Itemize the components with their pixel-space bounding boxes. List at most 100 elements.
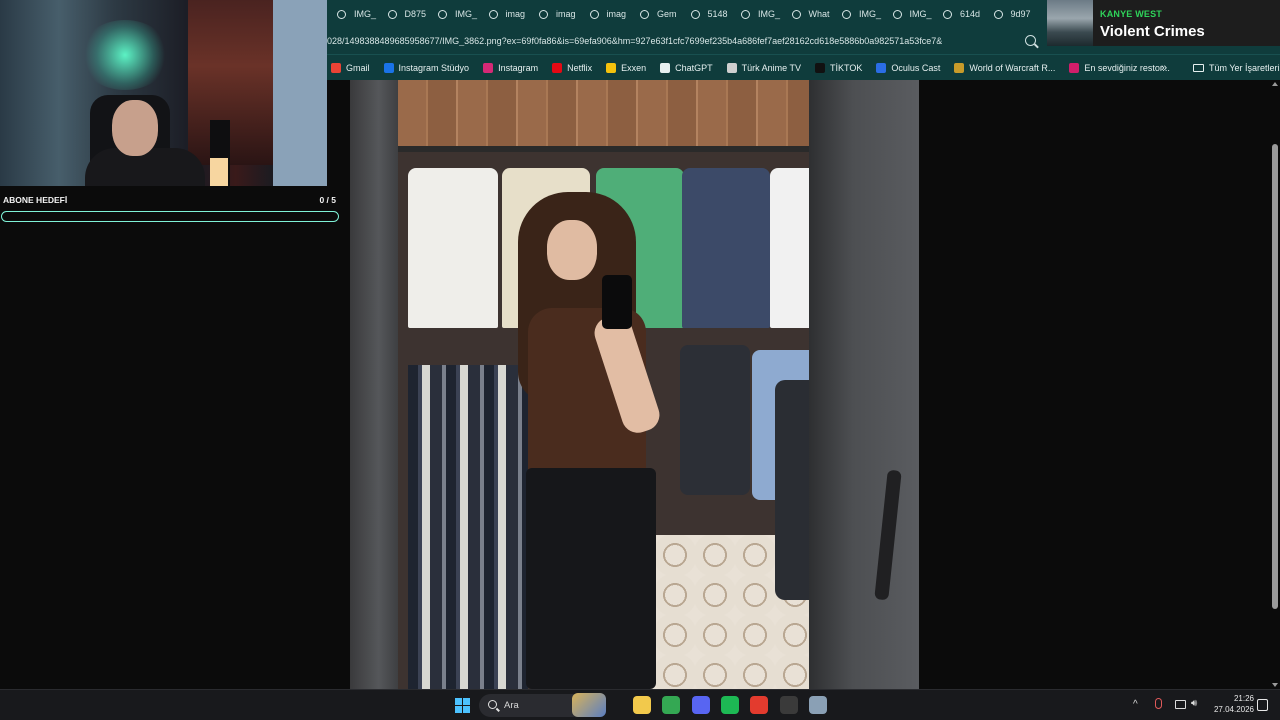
clock-time: 21:26 (1233, 694, 1254, 703)
browser-tab[interactable]: imag (580, 0, 631, 28)
clothing-rail (398, 146, 809, 152)
tab-favicon-icon (640, 9, 649, 19)
browser-tab[interactable]: IMG_ (883, 0, 934, 28)
browser-tab[interactable]: 9d97 (984, 0, 1035, 28)
tab-favicon-icon (791, 9, 801, 19)
goal-label: ABONE HEDEFİ (3, 195, 68, 205)
streaming-app-icon[interactable] (750, 696, 768, 714)
bookmark-item[interactable]: ChatGPT (660, 62, 713, 73)
tab-label: imag (606, 9, 627, 19)
bookmark-label: Gmail (346, 62, 370, 73)
tab-label: Gem (657, 9, 677, 19)
tab-label: IMG_ (455, 9, 478, 19)
tab-favicon-icon (993, 9, 1003, 19)
scroll-down-arrow-icon[interactable] (1272, 683, 1278, 687)
system-clock[interactable]: 21:26 27.04.2026 (1206, 693, 1254, 715)
url-text[interactable]: 028/1498388489685958677/IMG_3862.png?ex=… (327, 36, 942, 46)
bookmark-item[interactable]: Instagram (483, 62, 538, 73)
file-explorer-icon[interactable] (633, 696, 651, 714)
bookmark-label: ChatGPT (675, 62, 713, 73)
bookmark-label: Türk Anime TV (741, 62, 801, 73)
tab-label: IMG_ (859, 9, 882, 19)
tab-label: IMG_ (758, 9, 781, 19)
bookmark-label: En sevdiğiniz restor... (1084, 62, 1170, 73)
obs-icon[interactable] (780, 696, 798, 714)
bookmark-item[interactable]: Instagram Stüdyo (383, 62, 470, 73)
tab-favicon-icon (539, 9, 548, 19)
browser-tab[interactable]: 614d (933, 0, 984, 28)
scroll-up-arrow-icon[interactable] (1272, 82, 1278, 86)
white-shirt (408, 168, 498, 328)
bookmark-item[interactable]: World of Warcraft R... (954, 62, 1055, 73)
browser-tab[interactable]: 5148 (681, 0, 732, 28)
tray-overflow-icon[interactable]: ^ (1133, 699, 1138, 710)
all-bookmarks-button[interactable]: Tüm Yer İşaretleri (1193, 55, 1280, 81)
subscriber-goal-widget: ABONE HEDEFİ 0 / 5 (0, 186, 343, 226)
chrome-icon[interactable] (662, 696, 680, 714)
browser-tab[interactable]: imag (529, 0, 580, 28)
background-wall (273, 0, 327, 186)
tab-favicon-icon (690, 9, 700, 19)
search-placeholder: Ara (504, 700, 519, 711)
tab-favicon-icon (842, 9, 851, 19)
spotify-icon[interactable] (721, 696, 739, 714)
tab-label: 9d97 (1010, 9, 1031, 19)
volume-icon[interactable]: 🔊︎ (1191, 698, 1197, 709)
browser-tab[interactable]: Gem (630, 0, 681, 28)
bookmark-item[interactable]: Gmail (331, 62, 370, 73)
browser-tab[interactable]: IMG_ (832, 0, 883, 28)
bookmark-favicon-icon (331, 62, 341, 73)
notification-icon[interactable] (1257, 699, 1268, 711)
door-handle (874, 469, 902, 601)
tab-label: D875 (404, 9, 427, 19)
tab-favicon-icon (337, 9, 346, 19)
address-bar[interactable]: 028/1498388489685958677/IMG_3862.png?ex=… (327, 28, 1047, 54)
tab-favicon-icon (438, 9, 447, 19)
windows-start-icon[interactable] (455, 698, 470, 713)
bookmark-favicon-icon (1069, 62, 1080, 73)
bookmark-item[interactable]: En sevdiğiniz restor... (1069, 62, 1170, 73)
browser-tab[interactable]: IMG_ (731, 0, 782, 28)
bookmarks-bar: Gmail Instagram Stüdyo Instagram Netflix Exx… (327, 54, 1280, 80)
bookmark-label: Instagram Stüdyo (398, 62, 470, 73)
browser-tab[interactable]: D875 (378, 0, 429, 28)
browser-tab[interactable]: imag (479, 0, 530, 28)
displayed-image[interactable] (350, 80, 919, 689)
tab-favicon-icon (943, 9, 952, 19)
background-doorway (188, 0, 273, 165)
taskbar-search[interactable]: Ara (479, 693, 606, 717)
bookmarks-more-button[interactable]: » (1161, 62, 1167, 74)
clock-date: 27.04.2026 (1213, 705, 1254, 714)
mirror-frame-right (809, 80, 919, 689)
scroll-thumb[interactable] (1272, 144, 1278, 609)
settings-icon[interactable] (809, 696, 827, 714)
bookmark-item[interactable]: Türk Anime TV (726, 62, 801, 73)
network-icon[interactable] (1175, 700, 1186, 709)
bookmark-item[interactable]: Oculus Cast (876, 62, 940, 73)
browser-tab[interactable]: IMG_ (428, 0, 479, 28)
neon-light (80, 20, 170, 90)
bookmark-item[interactable]: Exxen (606, 62, 647, 73)
browser-tab[interactable]: IMG_ (327, 0, 378, 28)
browser-tab[interactable]: What (782, 0, 833, 28)
bookmark-item[interactable]: Netflix (552, 62, 592, 73)
hanging-clothes (408, 365, 528, 689)
microphone-icon[interactable] (1155, 698, 1162, 709)
phone (602, 275, 632, 329)
tab-favicon-icon (488, 9, 498, 19)
desk-lamp (210, 158, 228, 186)
discord-icon[interactable] (692, 696, 710, 714)
page-scrollbar[interactable] (1270, 80, 1280, 689)
bookmark-label: Exxen (621, 62, 647, 73)
navy-polo (682, 168, 770, 328)
tab-label: 5148 (707, 9, 728, 19)
zoom-icon[interactable] (1025, 35, 1036, 46)
bookmark-item[interactable]: TİKTOK (815, 62, 862, 73)
bookmark-favicon-icon (552, 62, 563, 73)
album-art (1047, 0, 1093, 46)
tab-label: IMG_ (909, 9, 932, 19)
tab-label: 614d (960, 9, 981, 19)
folder-icon (1193, 64, 1204, 72)
goal-progress-bar (1, 211, 339, 222)
bookmark-favicon-icon (383, 62, 394, 73)
